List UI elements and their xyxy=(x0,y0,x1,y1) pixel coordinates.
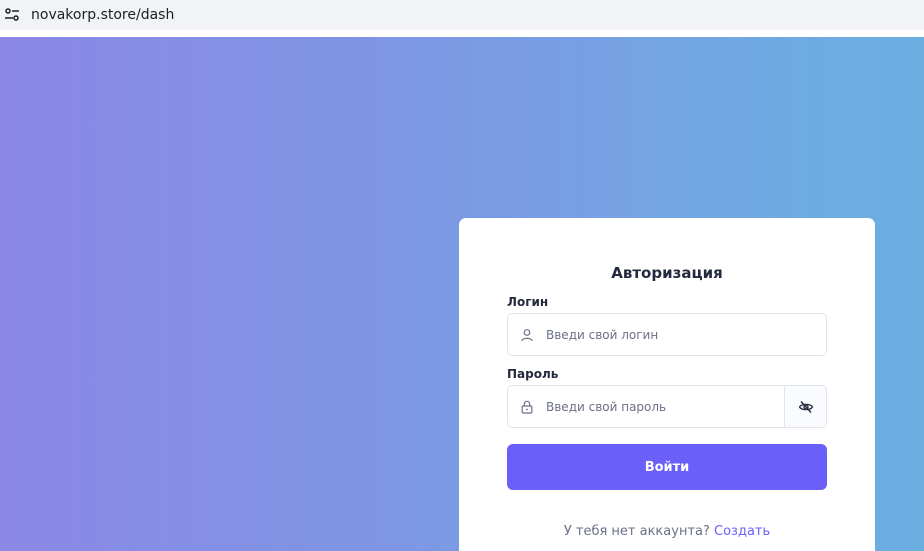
login-submit-button[interactable]: Войти xyxy=(507,444,827,490)
password-input[interactable] xyxy=(546,386,784,427)
toggle-password-visibility-button[interactable] xyxy=(784,386,826,427)
url-text: novakorp.store/dash xyxy=(31,7,175,23)
tune-icon[interactable] xyxy=(2,5,22,25)
browser-address-bar: novakorp.store/dash xyxy=(0,0,924,37)
url-field[interactable]: novakorp.store/dash xyxy=(0,0,924,30)
login-label: Логин xyxy=(507,295,549,309)
login-input-wrapper xyxy=(507,313,827,356)
lock-icon xyxy=(508,386,546,427)
password-input-wrapper xyxy=(507,385,827,428)
signup-link[interactable]: Создать xyxy=(714,524,770,539)
signup-prompt-line: У тебя нет аккаунта? Создать xyxy=(459,524,875,539)
page-title: Авторизация xyxy=(611,264,723,282)
eye-off-icon xyxy=(798,400,813,413)
signup-prompt-text: У тебя нет аккаунта? xyxy=(563,524,710,539)
login-card: Авторизация Логин Пароль xyxy=(459,218,875,551)
user-icon xyxy=(508,314,546,355)
login-input[interactable] xyxy=(546,314,826,355)
password-label: Пароль xyxy=(507,367,559,381)
